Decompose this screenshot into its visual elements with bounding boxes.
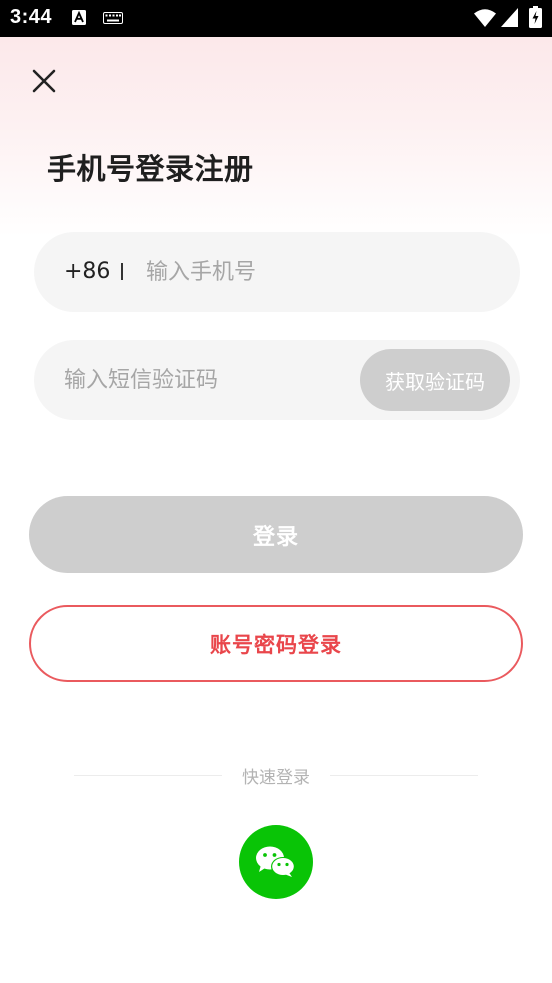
login-button[interactable]: 登录: [29, 496, 523, 573]
header-background: [0, 37, 552, 237]
keyboard-icon: [103, 12, 123, 24]
sms-code-input[interactable]: [64, 340, 354, 420]
close-icon: [32, 69, 56, 93]
quick-login-divider-left: [74, 775, 222, 776]
wechat-login-button[interactable]: [239, 825, 313, 899]
wifi-icon: [474, 9, 496, 27]
phone-input-row: +86: [34, 232, 520, 312]
signal-icon: [501, 8, 518, 27]
page-title: 手机号登录注册: [47, 152, 254, 186]
status-time: 3:44: [10, 6, 53, 28]
quick-login-label: 快速登录: [242, 768, 310, 788]
sms-code-input-row: 获取验证码: [34, 340, 520, 420]
get-code-button[interactable]: 获取验证码: [360, 349, 510, 411]
country-code-selector[interactable]: +86: [64, 232, 110, 312]
close-button[interactable]: [26, 63, 62, 99]
account-password-login-button[interactable]: 账号密码登录: [29, 605, 523, 682]
quick-login-divider-right: [330, 775, 478, 776]
font-a-icon: [72, 10, 86, 25]
battery-charging-icon: [529, 6, 542, 28]
country-code-divider: [121, 263, 123, 280]
wechat-icon: [256, 846, 295, 877]
status-bar: 3:44: [0, 0, 552, 37]
phone-number-input[interactable]: [146, 232, 486, 312]
